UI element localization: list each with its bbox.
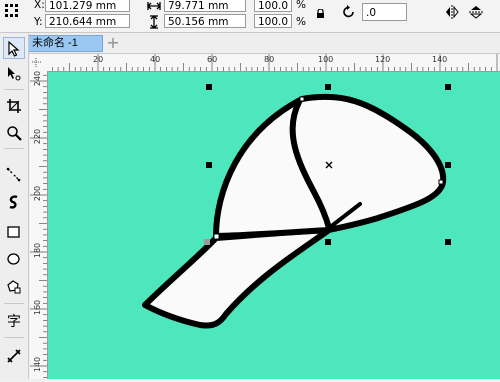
ellipse-icon xyxy=(7,253,20,265)
text-icon: 字 xyxy=(7,314,21,330)
pointer-icon xyxy=(8,41,20,57)
width-field[interactable]: 79.771 mm xyxy=(164,0,246,12)
ruler-corner[interactable] xyxy=(30,54,49,72)
rotate-icon xyxy=(342,5,356,22)
polygon-tool[interactable] xyxy=(3,276,25,298)
rectangle-icon xyxy=(7,226,20,238)
dimension-icon xyxy=(7,349,21,363)
ruler-h-label-20: 20 xyxy=(93,55,104,64)
x-label: X: xyxy=(34,0,45,11)
zoom-icon xyxy=(7,126,22,141)
x-position-field[interactable]: 101.279 mm xyxy=(45,0,130,12)
rotation-field[interactable]: .0 xyxy=(362,3,407,21)
property-bar: X: 101.279 mm Y: 210.644 mm 79.771 mm 50… xyxy=(0,0,500,33)
node-handle[interactable] xyxy=(204,239,210,245)
ruler-v-label-200: 200 xyxy=(33,185,43,202)
ruler-h-label-80: 80 xyxy=(264,55,275,64)
y-position-field[interactable]: 210.644 mm xyxy=(45,14,130,28)
ruler-v-label-140: 140 xyxy=(33,356,43,373)
ruler-v-label-160: 160 xyxy=(33,299,43,316)
ruler-v-label-240: 240 xyxy=(33,70,43,87)
horizontal-ruler[interactable]: 20 40 60 80 100 120 140 xyxy=(48,54,500,72)
polygon-icon xyxy=(7,280,21,294)
artistic-media-tool[interactable] xyxy=(3,191,25,213)
rectangle-tool[interactable] xyxy=(3,221,25,243)
lock-icon[interactable] xyxy=(316,8,325,22)
shape-tool[interactable] xyxy=(3,63,25,85)
vertical-ruler[interactable]: 240 220 200 180 160 140 xyxy=(30,71,48,379)
ruler-v-label-220: 220 xyxy=(33,128,43,145)
freehand-icon xyxy=(6,167,21,182)
scale-x-field[interactable]: 100.0 xyxy=(254,0,292,12)
cap-visor[interactable] xyxy=(142,227,332,329)
crop-icon xyxy=(7,99,21,113)
add-tab-button[interactable]: + xyxy=(106,35,120,51)
mirror-vertical-icon[interactable] xyxy=(468,4,484,23)
ruler-h-label-140: 140 xyxy=(432,55,448,64)
width-icon xyxy=(147,0,161,15)
height-field[interactable]: 50.156 mm xyxy=(164,14,246,28)
shape-icon xyxy=(8,67,21,81)
ruler-v-label-180: 180 xyxy=(33,242,43,259)
ruler-h-label-40: 40 xyxy=(150,55,161,64)
drawing-canvas[interactable] xyxy=(48,72,500,379)
freehand-tool[interactable] xyxy=(3,163,25,185)
document-tab-bar: 未命名 -1 + xyxy=(0,33,500,54)
pick-tool[interactable] xyxy=(3,37,25,59)
y-label: Y: xyxy=(34,16,43,28)
document-tab[interactable]: 未命名 -1 xyxy=(28,35,103,52)
ellipse-tool[interactable] xyxy=(3,248,25,270)
ruler-h-label-60: 60 xyxy=(207,55,218,64)
height-icon xyxy=(148,15,160,32)
dimension-tool[interactable] xyxy=(3,345,25,367)
text-tool[interactable]: 字 xyxy=(3,311,25,333)
zoom-tool[interactable] xyxy=(3,122,25,144)
mirror-horizontal-icon[interactable] xyxy=(444,4,460,23)
artistic-media-icon xyxy=(9,195,18,209)
ruler-h-label-120: 120 xyxy=(375,55,391,64)
grid-icon xyxy=(4,3,20,30)
scale-x-percent: % xyxy=(296,0,306,11)
ruler-h-label-100: 100 xyxy=(318,55,334,64)
scale-y-field[interactable]: 100.0 xyxy=(254,14,292,28)
toolbox: 字 xyxy=(0,33,29,379)
crop-tool[interactable] xyxy=(3,95,25,117)
scale-y-percent: % xyxy=(296,16,306,28)
